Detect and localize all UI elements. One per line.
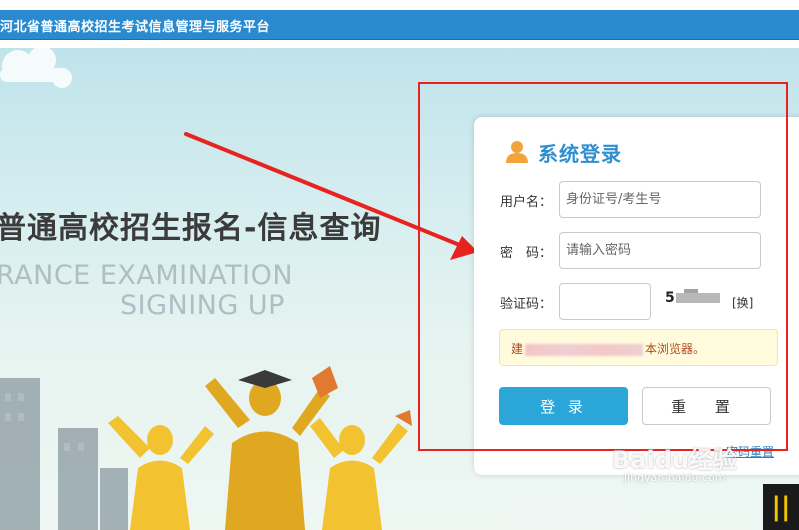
captcha-image[interactable]: 5 xyxy=(664,287,722,307)
login-button[interactable]: 登 录 xyxy=(499,387,628,425)
username-label: 用户名： xyxy=(500,195,553,210)
username-input[interactable] xyxy=(559,181,761,218)
login-title: 系统登录 xyxy=(538,141,622,166)
top-header-bar: 河北省普通高校招生考试信息管理与服务平台 xyxy=(0,10,799,40)
password-input[interactable] xyxy=(559,232,761,269)
password-label: 密 码： xyxy=(500,246,553,261)
captcha-label: 验证码： xyxy=(500,297,553,312)
login-panel: 系统登录 用户名： 密 码： 验证码： 5 [换] 建 本浏览器。 登 录 重 置… xyxy=(474,117,799,475)
site-title: 河北省普通高校招生考试信息管理与服务平台 xyxy=(0,20,271,35)
captcha-refresh-link[interactable]: [换] xyxy=(732,294,753,311)
login-panel-header: 系统登录 xyxy=(504,137,622,167)
hero-title: 普通高校招生报名-信息查询 xyxy=(0,211,382,246)
corner-logo-icon: || xyxy=(763,484,799,530)
svg-text:5: 5 xyxy=(665,290,675,306)
notice-suffix: 本浏览器。 xyxy=(645,342,706,356)
notice-redacted xyxy=(525,343,644,356)
reset-button[interactable]: 重 置 xyxy=(642,387,771,425)
watermark-url: jingyan.baidu.com xyxy=(624,471,726,484)
hero-subtitle-line1: RANCE EXAMINATION xyxy=(0,260,294,291)
watermark-brand: Baidu经验 xyxy=(612,446,737,474)
captcha-input[interactable] xyxy=(559,283,651,320)
user-icon xyxy=(506,141,528,163)
browser-notice: 建 本浏览器。 xyxy=(499,329,778,366)
hero-subtitle-line2: SIGNING UP xyxy=(120,290,285,321)
notice-prefix: 建 xyxy=(511,342,524,356)
browser-notice-text: 建 本浏览器。 xyxy=(511,340,705,357)
